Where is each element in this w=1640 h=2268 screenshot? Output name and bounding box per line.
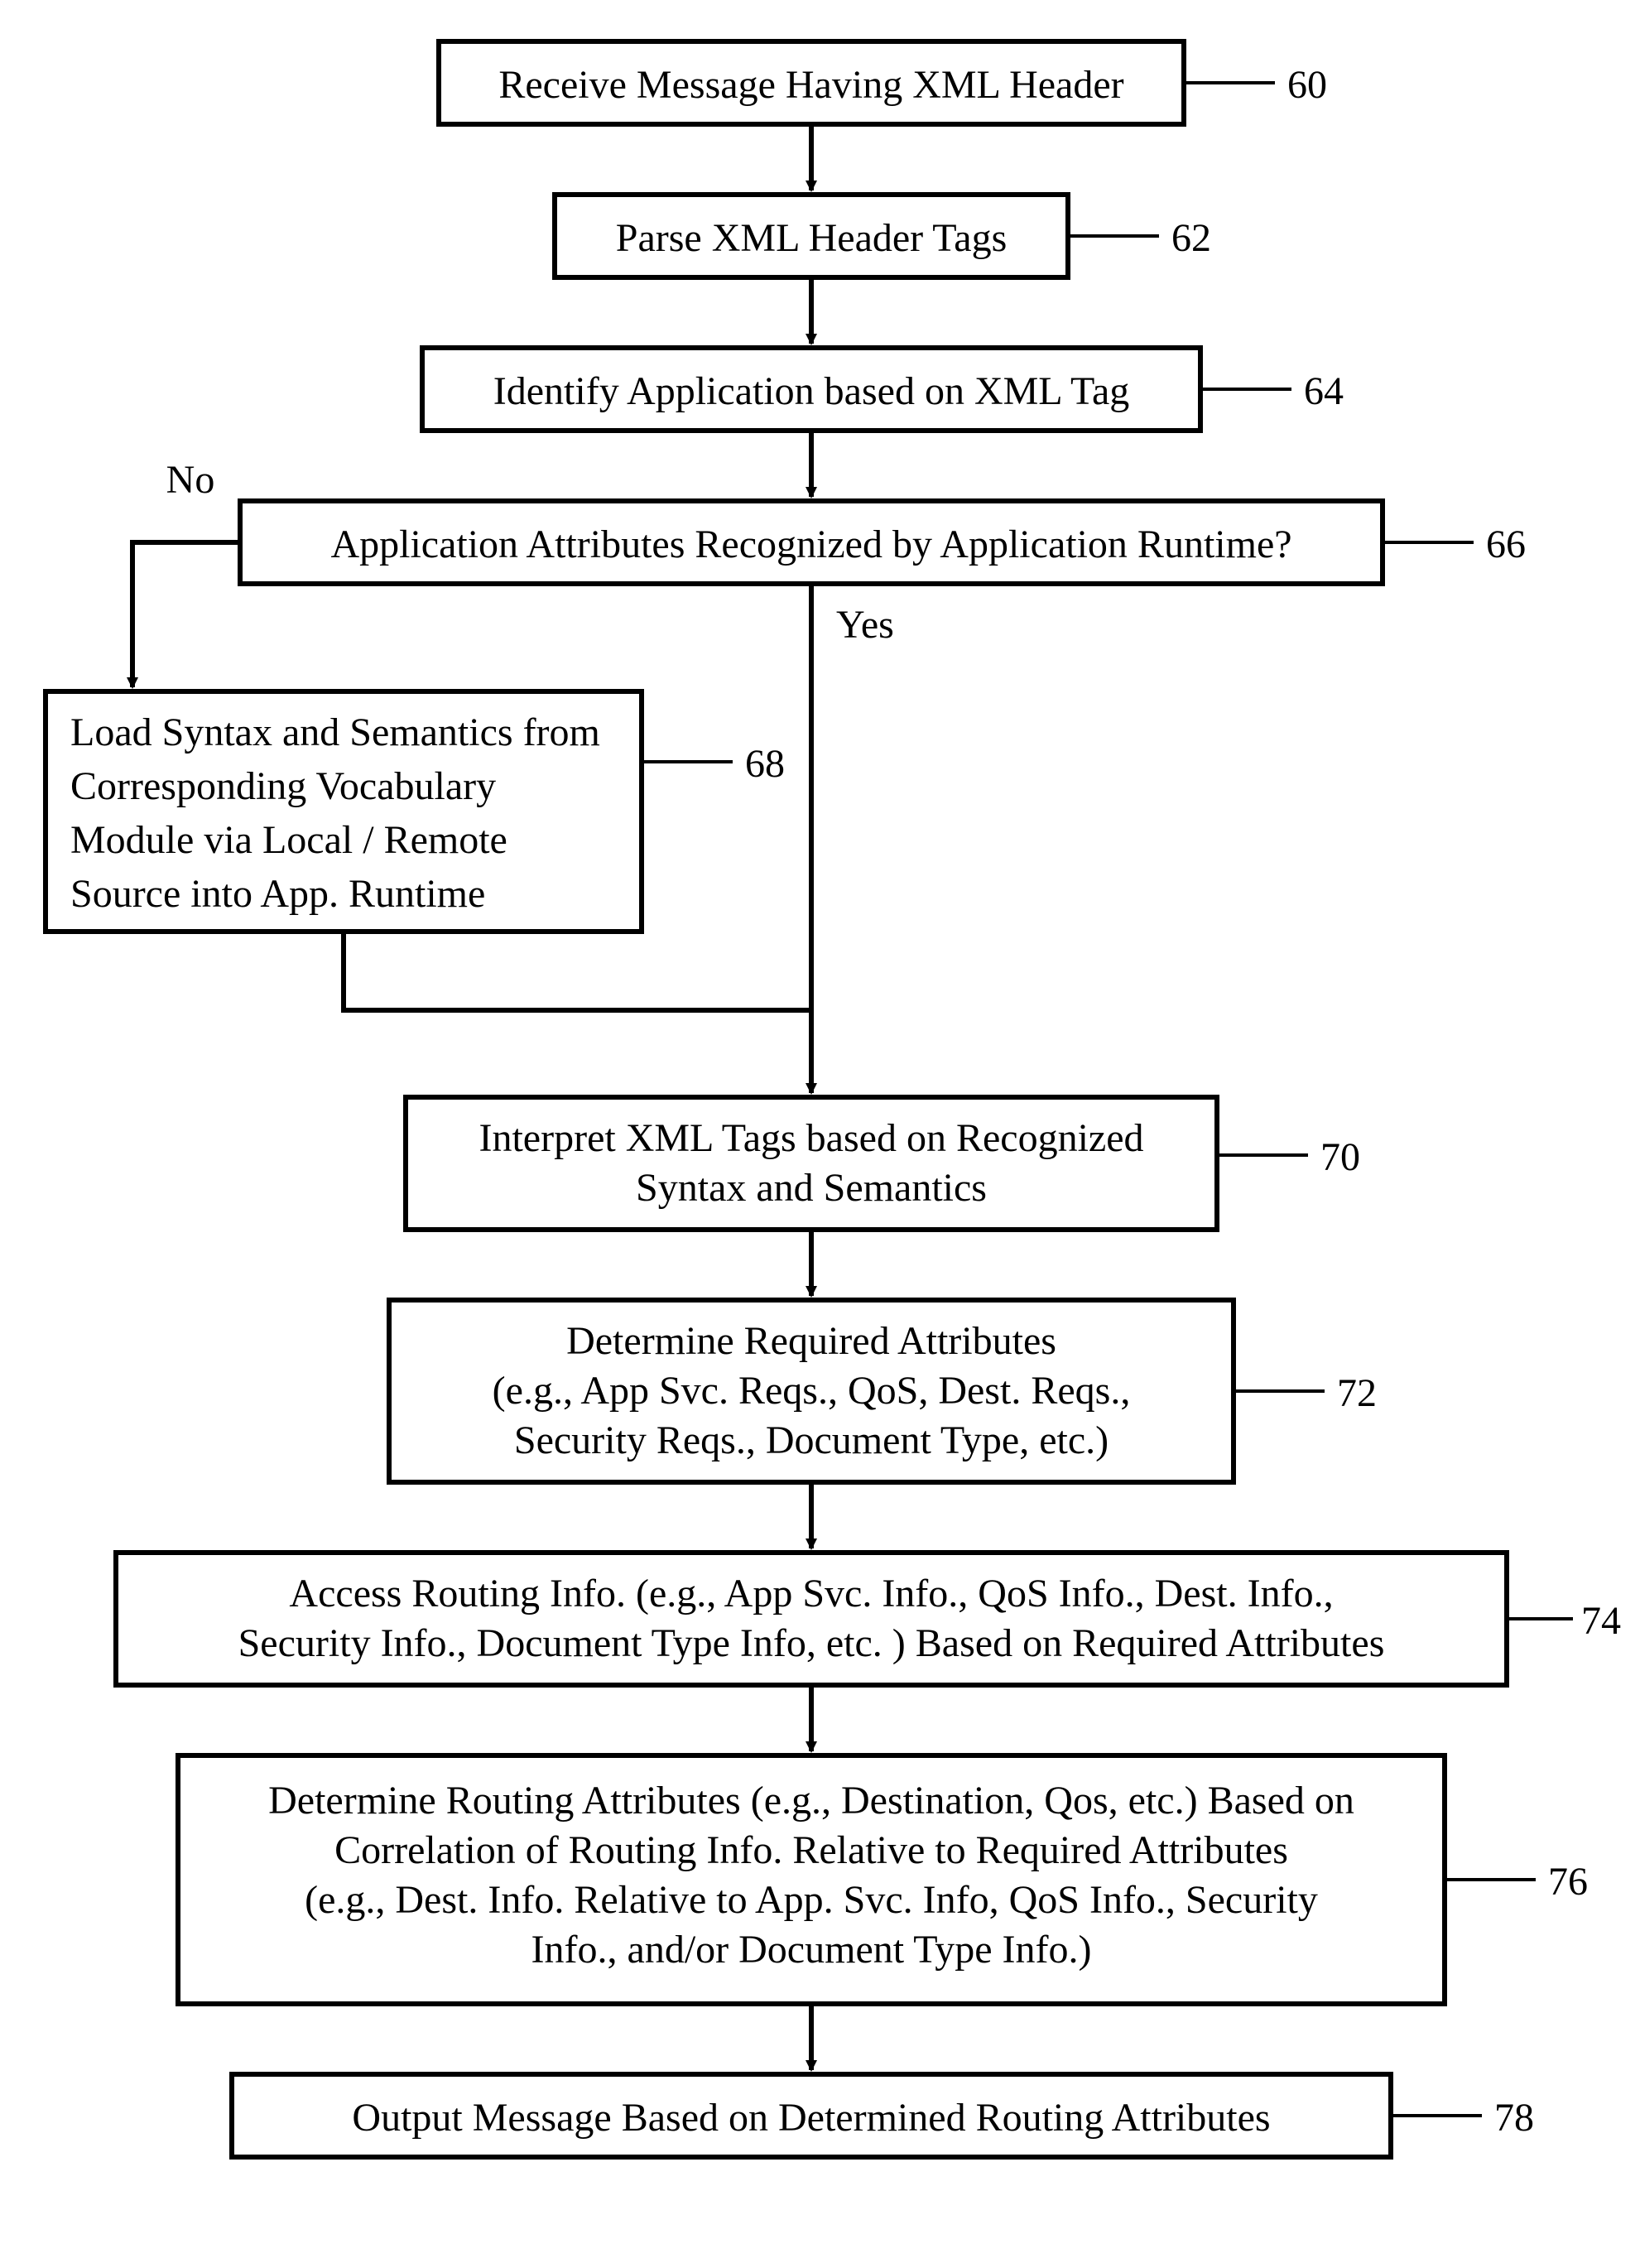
node-70-line1: Interpret XML Tags based on Recognized [479, 1116, 1143, 1160]
node-60-text: Receive Message Having XML Header [498, 63, 1123, 107]
node-68-line4: Source into App. Runtime [70, 872, 485, 916]
node-66-num: 66 [1486, 522, 1526, 566]
node-72-line3: Security Reqs., Document Type, etc.) [514, 1418, 1109, 1462]
node-68-num: 68 [745, 742, 785, 786]
node-74-line2: Security Info., Document Type Info, etc.… [238, 1621, 1385, 1665]
node-72-line1: Determine Required Attributes [566, 1319, 1056, 1363]
node-70-num: 70 [1320, 1135, 1360, 1179]
node-76-num: 76 [1548, 1860, 1588, 1904]
node-68-line1: Load Syntax and Semantics from [70, 710, 600, 754]
node-76-line4: Info., and/or Document Type Info.) [531, 1928, 1092, 1972]
node-66-text: Application Attributes Recognized by App… [330, 522, 1291, 566]
node-76-line1: Determine Routing Attributes (e.g., Dest… [268, 1779, 1354, 1823]
node-62-num: 62 [1171, 216, 1211, 260]
node-62-text: Parse XML Header Tags [616, 216, 1008, 260]
node-78-text: Output Message Based on Determined Routi… [352, 2096, 1270, 2140]
node-70-line2: Syntax and Semantics [636, 1166, 987, 1210]
node-74-line1: Access Routing Info. (e.g., App Svc. Inf… [289, 1572, 1333, 1616]
node-68-line2: Corresponding Vocabulary [70, 764, 496, 808]
node-60-num: 60 [1287, 63, 1327, 107]
node-68-line3: Module via Local / Remote [70, 818, 507, 862]
node-76-line3: (e.g., Dest. Info. Relative to App. Svc.… [305, 1878, 1318, 1922]
node-76-line2: Correlation of Routing Info. Relative to… [334, 1828, 1288, 1872]
flowchart-diagram: Receive Message Having XML Header 60 Par… [0, 0, 1640, 2268]
branch-no-label: No [166, 458, 215, 502]
node-64-num: 64 [1304, 369, 1344, 413]
node-72-line2: (e.g., App Svc. Reqs., QoS, Dest. Reqs., [493, 1369, 1131, 1413]
node-74-num: 74 [1581, 1599, 1621, 1643]
node-72-num: 72 [1337, 1371, 1377, 1415]
node-64-text: Identify Application based on XML Tag [493, 369, 1130, 413]
node-78-num: 78 [1494, 2096, 1534, 2140]
branch-yes-label: Yes [836, 603, 894, 647]
